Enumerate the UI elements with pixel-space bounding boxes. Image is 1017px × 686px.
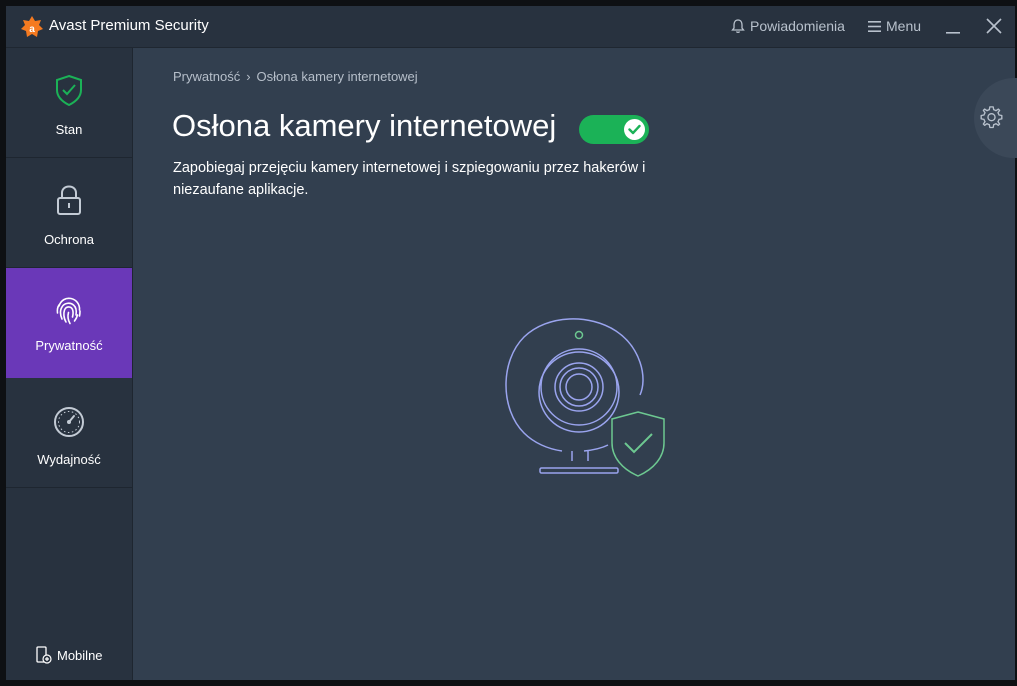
gear-icon bbox=[980, 106, 1003, 129]
speedometer-icon bbox=[54, 407, 84, 437]
breadcrumb-current: Osłona kamery internetowej bbox=[256, 69, 418, 84]
page-title: Osłona kamery internetowej bbox=[172, 108, 557, 143]
sidebar-item-label: Stan bbox=[55, 122, 83, 137]
sidebar-item-prywatnosc[interactable]: Prywatność bbox=[6, 268, 132, 378]
sidebar-item-wydajnosc[interactable]: Wydajność bbox=[6, 378, 132, 488]
mobile-label: Mobilne bbox=[57, 647, 103, 663]
fingerprint-icon bbox=[56, 297, 81, 325]
menu-button[interactable]: Menu bbox=[868, 18, 921, 34]
checkmark-icon bbox=[628, 124, 641, 135]
sidebar-item-label: Prywatność bbox=[35, 338, 103, 353]
feature-description: Zapobiegaj przejęciu kamery internetowej… bbox=[173, 160, 646, 198]
sidebar-item-ochrona[interactable]: Ochrona bbox=[6, 158, 132, 268]
app-title: Avast Premium Security bbox=[49, 17, 209, 34]
lock-icon bbox=[57, 185, 81, 215]
breadcrumb: Prywatność › Osłona kamery internetowej bbox=[173, 69, 418, 84]
breadcrumb-parent-link[interactable]: Prywatność bbox=[173, 69, 240, 84]
sidebar-item-label: Wydajność bbox=[37, 452, 101, 467]
mobile-link[interactable]: Mobilne bbox=[36, 646, 103, 664]
bell-icon bbox=[731, 18, 745, 33]
notifications-label: Powiadomienia bbox=[750, 18, 845, 34]
notifications-button[interactable]: Powiadomienia bbox=[731, 18, 845, 34]
sidebar-item-label: Ochrona bbox=[44, 232, 94, 247]
shield-check-icon bbox=[56, 74, 82, 106]
mobile-device-icon bbox=[36, 646, 52, 664]
sidebar: Stan Ochrona Prywatność Wydajność Mobiln… bbox=[6, 48, 133, 680]
webcam-shield-toggle[interactable] bbox=[579, 115, 649, 144]
sidebar-item-stan[interactable]: Stan bbox=[6, 48, 132, 158]
settings-button[interactable] bbox=[974, 78, 1017, 158]
webcam-shield-illustration bbox=[505, 318, 665, 477]
title-bar: a Avast Premium Security Powiadomienia M… bbox=[6, 6, 1015, 48]
avast-logo-icon: a bbox=[21, 16, 43, 37]
minimize-icon[interactable] bbox=[945, 16, 961, 36]
close-icon[interactable] bbox=[985, 17, 1003, 35]
svg-text:a: a bbox=[29, 24, 35, 35]
breadcrumb-separator: › bbox=[246, 69, 251, 84]
menu-label: Menu bbox=[886, 18, 922, 34]
toggle-knob bbox=[624, 119, 645, 140]
hamburger-icon bbox=[868, 20, 881, 32]
app-window: a Avast Premium Security Powiadomienia M… bbox=[6, 6, 1017, 680]
